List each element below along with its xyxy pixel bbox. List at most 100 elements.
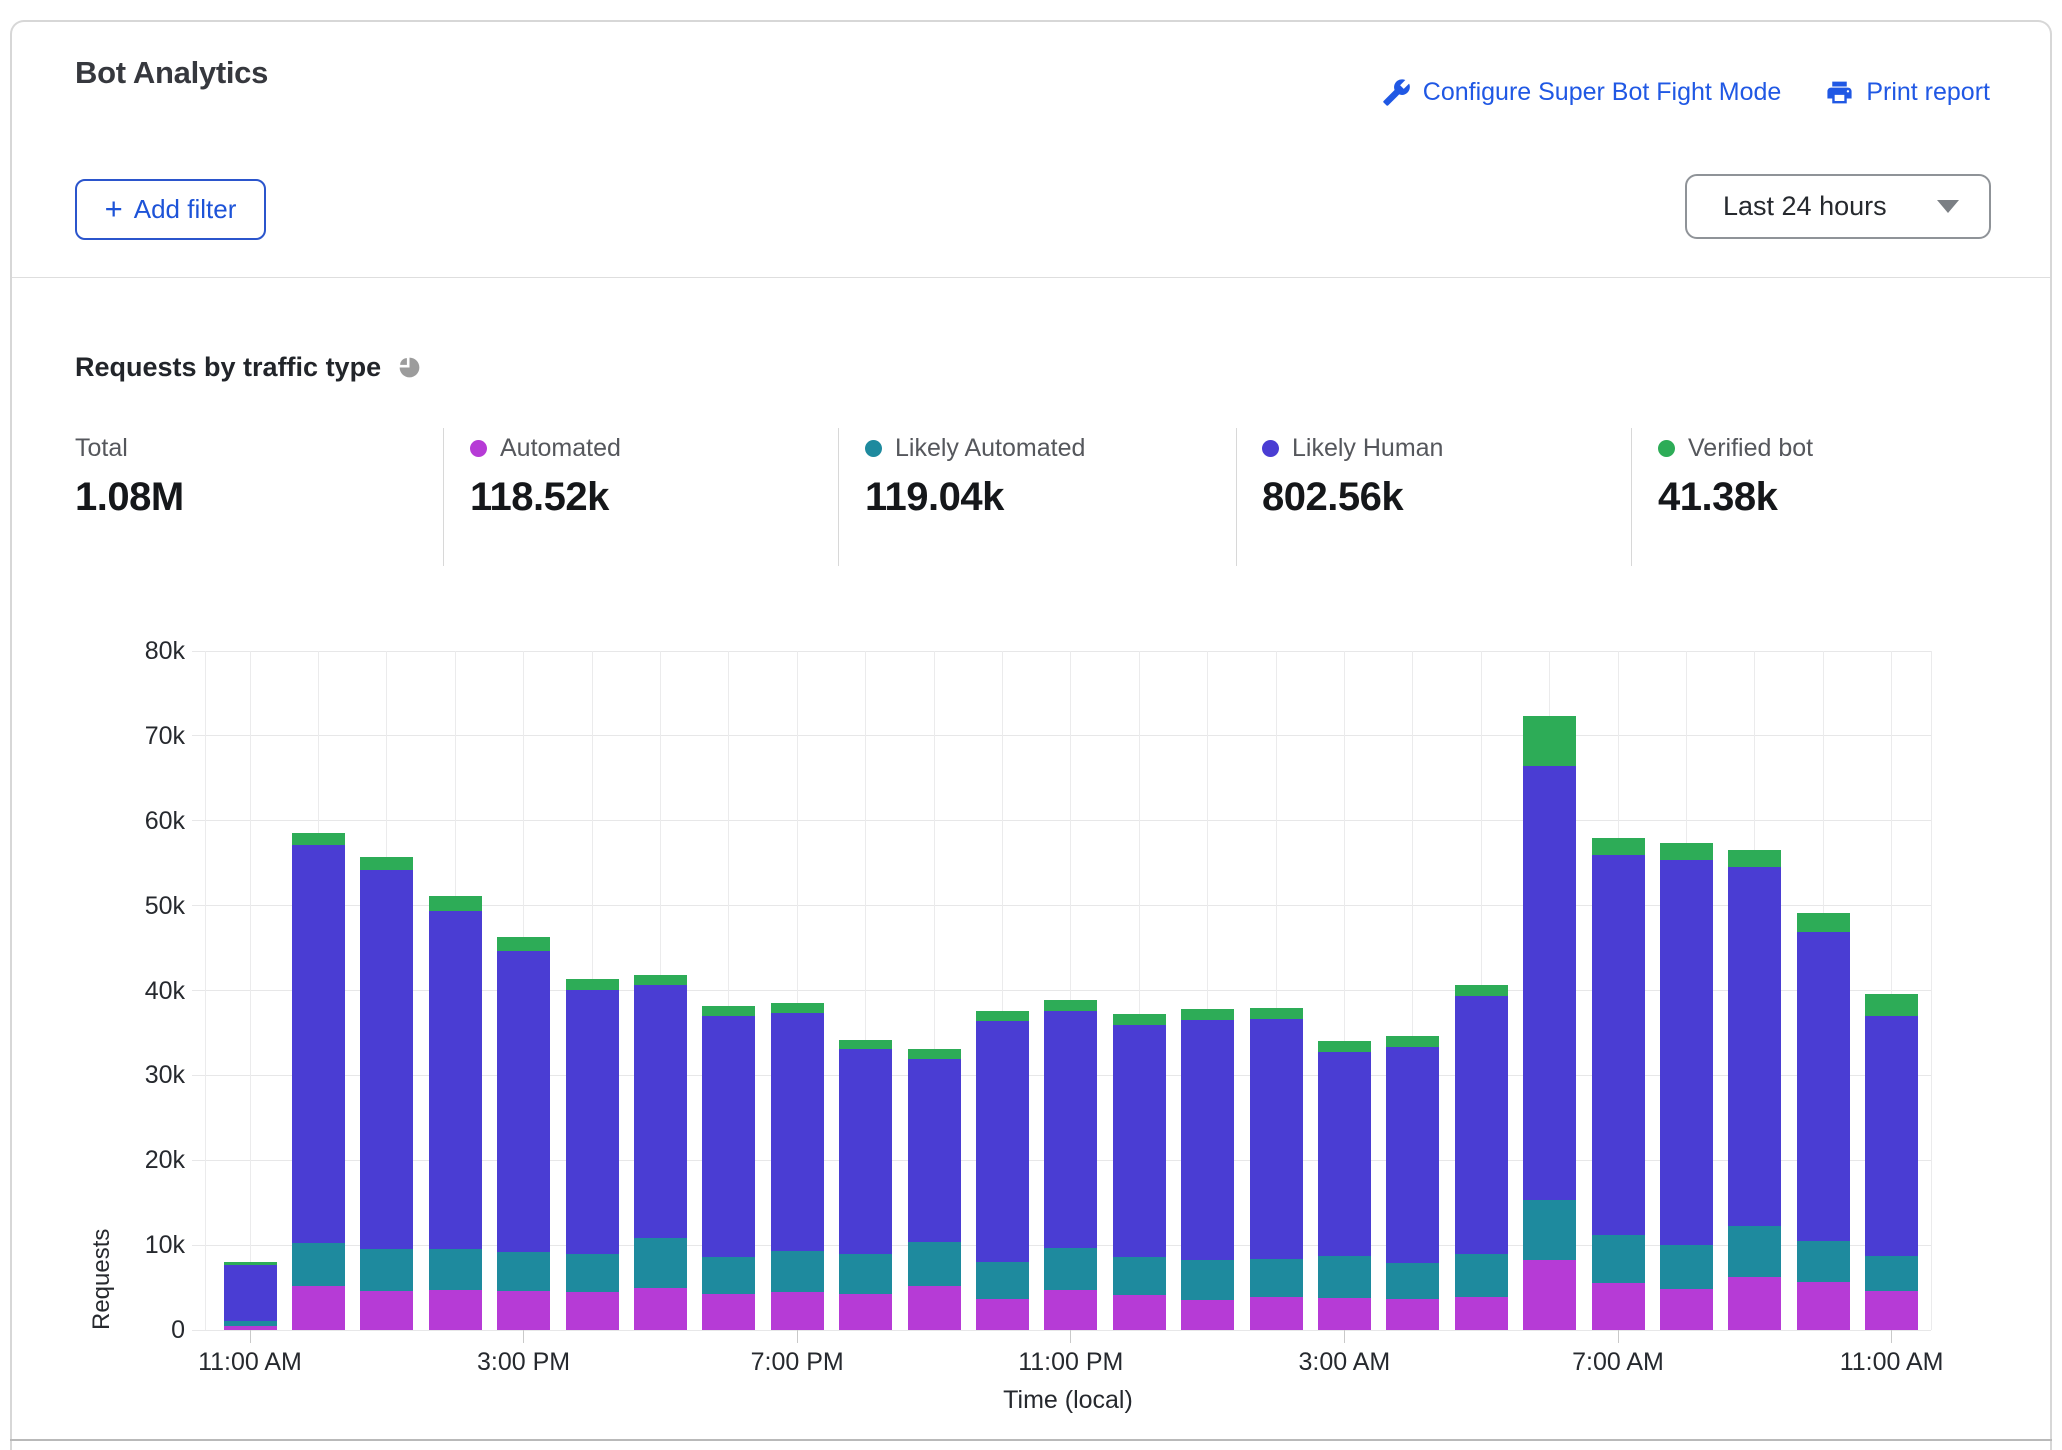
bar-segment[interactable] <box>1044 1248 1097 1290</box>
bar-segment[interactable] <box>1797 1282 1850 1330</box>
bar-segment[interactable] <box>908 1059 961 1241</box>
bar-segment[interactable] <box>360 1291 413 1330</box>
configure-super-bot-fight-mode-link[interactable]: Configure Super Bot Fight Mode <box>1382 78 1782 107</box>
bar-segment[interactable] <box>1660 843 1713 860</box>
bar-segment[interactable] <box>1660 860 1713 1245</box>
bar-segment[interactable] <box>1592 1235 1645 1283</box>
bar-segment[interactable] <box>908 1286 961 1330</box>
print-report-link[interactable]: Print report <box>1825 78 1990 107</box>
bar-segment[interactable] <box>497 1291 550 1330</box>
bar-segment[interactable] <box>1113 1014 1166 1025</box>
bar-segment[interactable] <box>1044 1290 1097 1330</box>
bar-segment[interactable] <box>1728 867 1781 1226</box>
bar-segment[interactable] <box>1044 1000 1097 1011</box>
bar-segment[interactable] <box>1523 1200 1576 1259</box>
bar-segment[interactable] <box>1455 1254 1508 1297</box>
bar-segment[interactable] <box>1318 1256 1371 1298</box>
bar-segment[interactable] <box>1728 1226 1781 1277</box>
bar-segment[interactable] <box>976 1299 1029 1330</box>
bar-segment[interactable] <box>634 985 687 1237</box>
bar-segment[interactable] <box>497 937 550 951</box>
time-range-select[interactable]: Last 24 hours <box>1685 174 1991 239</box>
bar-segment[interactable] <box>1865 1016 1918 1256</box>
bar-segment[interactable] <box>292 1243 345 1286</box>
bar-segment[interactable] <box>1113 1295 1166 1330</box>
bar-segment[interactable] <box>429 911 482 1250</box>
bar-segment[interactable] <box>292 845 345 1243</box>
bar-segment[interactable] <box>976 1011 1029 1021</box>
bar-segment[interactable] <box>771 1003 824 1013</box>
bar-segment[interactable] <box>360 1249 413 1291</box>
bar-segment[interactable] <box>566 1292 619 1330</box>
bar-segment[interactable] <box>360 870 413 1249</box>
bar-segment[interactable] <box>839 1049 892 1254</box>
bar-segment[interactable] <box>1318 1298 1371 1330</box>
bar-segment[interactable] <box>839 1254 892 1293</box>
bar-segment[interactable] <box>429 896 482 910</box>
bar-segment[interactable] <box>1797 932 1850 1241</box>
bar-segment[interactable] <box>1113 1257 1166 1295</box>
bar-segment[interactable] <box>1318 1052 1371 1257</box>
bar-segment[interactable] <box>976 1262 1029 1299</box>
bar-segment[interactable] <box>1250 1019 1303 1259</box>
bar-segment[interactable] <box>702 1257 755 1294</box>
bar-segment[interactable] <box>1386 1263 1439 1299</box>
bar-segment[interactable] <box>224 1265 277 1321</box>
bar-segment[interactable] <box>1181 1300 1234 1330</box>
bar-segment[interactable] <box>1592 838 1645 855</box>
bar-segment[interactable] <box>702 1006 755 1016</box>
bar-segment[interactable] <box>1592 855 1645 1235</box>
bar-segment[interactable] <box>566 990 619 1255</box>
bar-segment[interactable] <box>1181 1020 1234 1260</box>
bar-segment[interactable] <box>1386 1047 1439 1263</box>
add-filter-button[interactable]: + Add filter <box>75 179 266 240</box>
bar-segment[interactable] <box>1455 985 1508 996</box>
bar-segment[interactable] <box>839 1040 892 1049</box>
bar-segment[interactable] <box>1728 1277 1781 1330</box>
bar-segment[interactable] <box>429 1290 482 1330</box>
bar-segment[interactable] <box>1865 1256 1918 1291</box>
bar-segment[interactable] <box>224 1262 277 1265</box>
bar-segment[interactable] <box>497 951 550 1252</box>
bar-segment[interactable] <box>1523 1260 1576 1330</box>
bar-segment[interactable] <box>1250 1259 1303 1297</box>
bar-segment[interactable] <box>634 975 687 985</box>
bar-segment[interactable] <box>1523 766 1576 1201</box>
bar-segment[interactable] <box>566 1254 619 1291</box>
bar-segment[interactable] <box>1250 1008 1303 1018</box>
bar-segment[interactable] <box>702 1294 755 1330</box>
bar-segment[interactable] <box>566 979 619 989</box>
bar-segment[interactable] <box>634 1238 687 1289</box>
bar-segment[interactable] <box>1660 1245 1713 1289</box>
bar-segment[interactable] <box>634 1288 687 1330</box>
bar-segment[interactable] <box>429 1249 482 1290</box>
bar-segment[interactable] <box>497 1252 550 1291</box>
bar-segment[interactable] <box>1523 716 1576 766</box>
bar-segment[interactable] <box>292 1286 345 1330</box>
bar-segment[interactable] <box>771 1013 824 1251</box>
bar-segment[interactable] <box>1592 1283 1645 1330</box>
bar-segment[interactable] <box>1113 1025 1166 1257</box>
bar-segment[interactable] <box>908 1049 961 1059</box>
bar-segment[interactable] <box>1865 994 1918 1016</box>
bar-segment[interactable] <box>1044 1011 1097 1248</box>
bar-segment[interactable] <box>1318 1041 1371 1052</box>
bar-segment[interactable] <box>1865 1291 1918 1330</box>
bar-segment[interactable] <box>1181 1009 1234 1020</box>
bar-segment[interactable] <box>1181 1260 1234 1300</box>
bar-segment[interactable] <box>1797 1241 1850 1283</box>
bar-segment[interactable] <box>1250 1297 1303 1330</box>
bar-segment[interactable] <box>1386 1299 1439 1330</box>
bar-segment[interactable] <box>224 1321 277 1326</box>
bar-segment[interactable] <box>1455 996 1508 1253</box>
bar-segment[interactable] <box>976 1021 1029 1262</box>
bar-segment[interactable] <box>702 1016 755 1257</box>
bar-segment[interactable] <box>771 1292 824 1330</box>
bar-segment[interactable] <box>839 1294 892 1330</box>
bar-segment[interactable] <box>1797 913 1850 932</box>
bar-segment[interactable] <box>1386 1036 1439 1047</box>
bar-segment[interactable] <box>771 1251 824 1292</box>
bar-segment[interactable] <box>1728 850 1781 866</box>
bar-segment[interactable] <box>1660 1289 1713 1330</box>
bar-segment[interactable] <box>908 1242 961 1286</box>
